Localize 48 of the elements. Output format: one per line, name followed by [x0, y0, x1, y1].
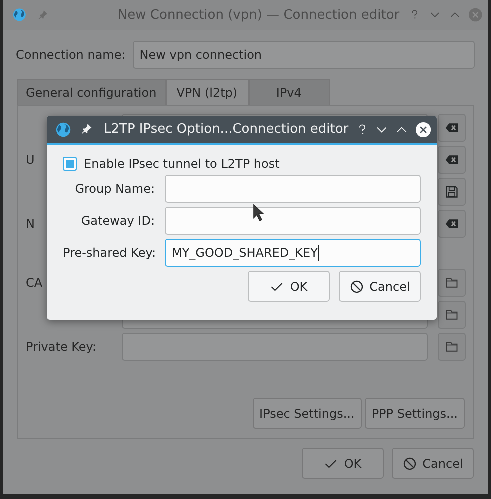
tool-button[interactable] — [438, 178, 466, 206]
clear-icon — [445, 217, 459, 231]
connection-name-field[interactable]: New vpn connection — [132, 41, 475, 69]
field-label: N — [26, 217, 35, 231]
window-title: New Connection (vpn) — Connection editor — [116, 8, 400, 22]
tab[interactable]: VPN (l2tp) — [166, 79, 249, 105]
input-field[interactable] — [165, 207, 421, 235]
tab[interactable]: IPv4 — [248, 79, 330, 105]
folder-icon — [445, 308, 459, 322]
globe-icon — [56, 120, 72, 138]
field-label: Pre-shared Key: — [63, 246, 155, 260]
field-label: Connection name: — [16, 48, 126, 62]
tool-button[interactable] — [438, 210, 466, 238]
settings-button[interactable]: IPsec Settings... — [252, 398, 362, 429]
cancel-icon — [350, 280, 364, 294]
tab[interactable]: General configuration — [17, 79, 166, 105]
folder-icon — [445, 340, 459, 354]
window-title: L2TP IPsec Option...Connection editor — [104, 122, 349, 137]
folder-icon — [445, 276, 459, 290]
tool-button[interactable] — [438, 114, 466, 142]
cancel-icon — [402, 456, 417, 470]
globe-icon — [13, 6, 26, 24]
ok-button[interactable]: OK — [248, 271, 330, 302]
close-icon[interactable] — [416, 120, 431, 138]
tool-button[interactable] — [438, 301, 466, 329]
clear-icon — [445, 153, 459, 167]
field-label: Group Name: — [74, 182, 155, 196]
settings-button[interactable]: PPP Settings... — [364, 398, 465, 429]
field-label: U — [26, 153, 35, 167]
tool-button[interactable] — [438, 269, 466, 297]
input-field[interactable] — [165, 175, 421, 203]
ok-button[interactable]: OK — [302, 448, 384, 479]
input-field[interactable]: MY_GOOD_SHARED_KEY — [165, 239, 421, 267]
checkbox[interactable] — [63, 157, 77, 171]
clear-icon — [445, 121, 459, 135]
cursor-icon — [253, 204, 265, 222]
save-icon — [445, 185, 459, 199]
help-icon[interactable] — [356, 122, 368, 136]
pin-icon[interactable] — [81, 123, 92, 136]
checkbox-label: Enable IPsec tunnel to L2TP host — [84, 157, 280, 171]
field-label: Private Key: — [26, 340, 97, 354]
cancel-button[interactable]: Cancel — [392, 448, 474, 479]
text-field[interactable] — [122, 333, 428, 361]
cancel-button[interactable]: Cancel — [339, 271, 421, 302]
tool-button[interactable] — [438, 146, 466, 174]
tool-button[interactable] — [438, 333, 466, 361]
field-label: Gateway ID: — [80, 214, 155, 228]
field-label: CA — [26, 276, 43, 290]
